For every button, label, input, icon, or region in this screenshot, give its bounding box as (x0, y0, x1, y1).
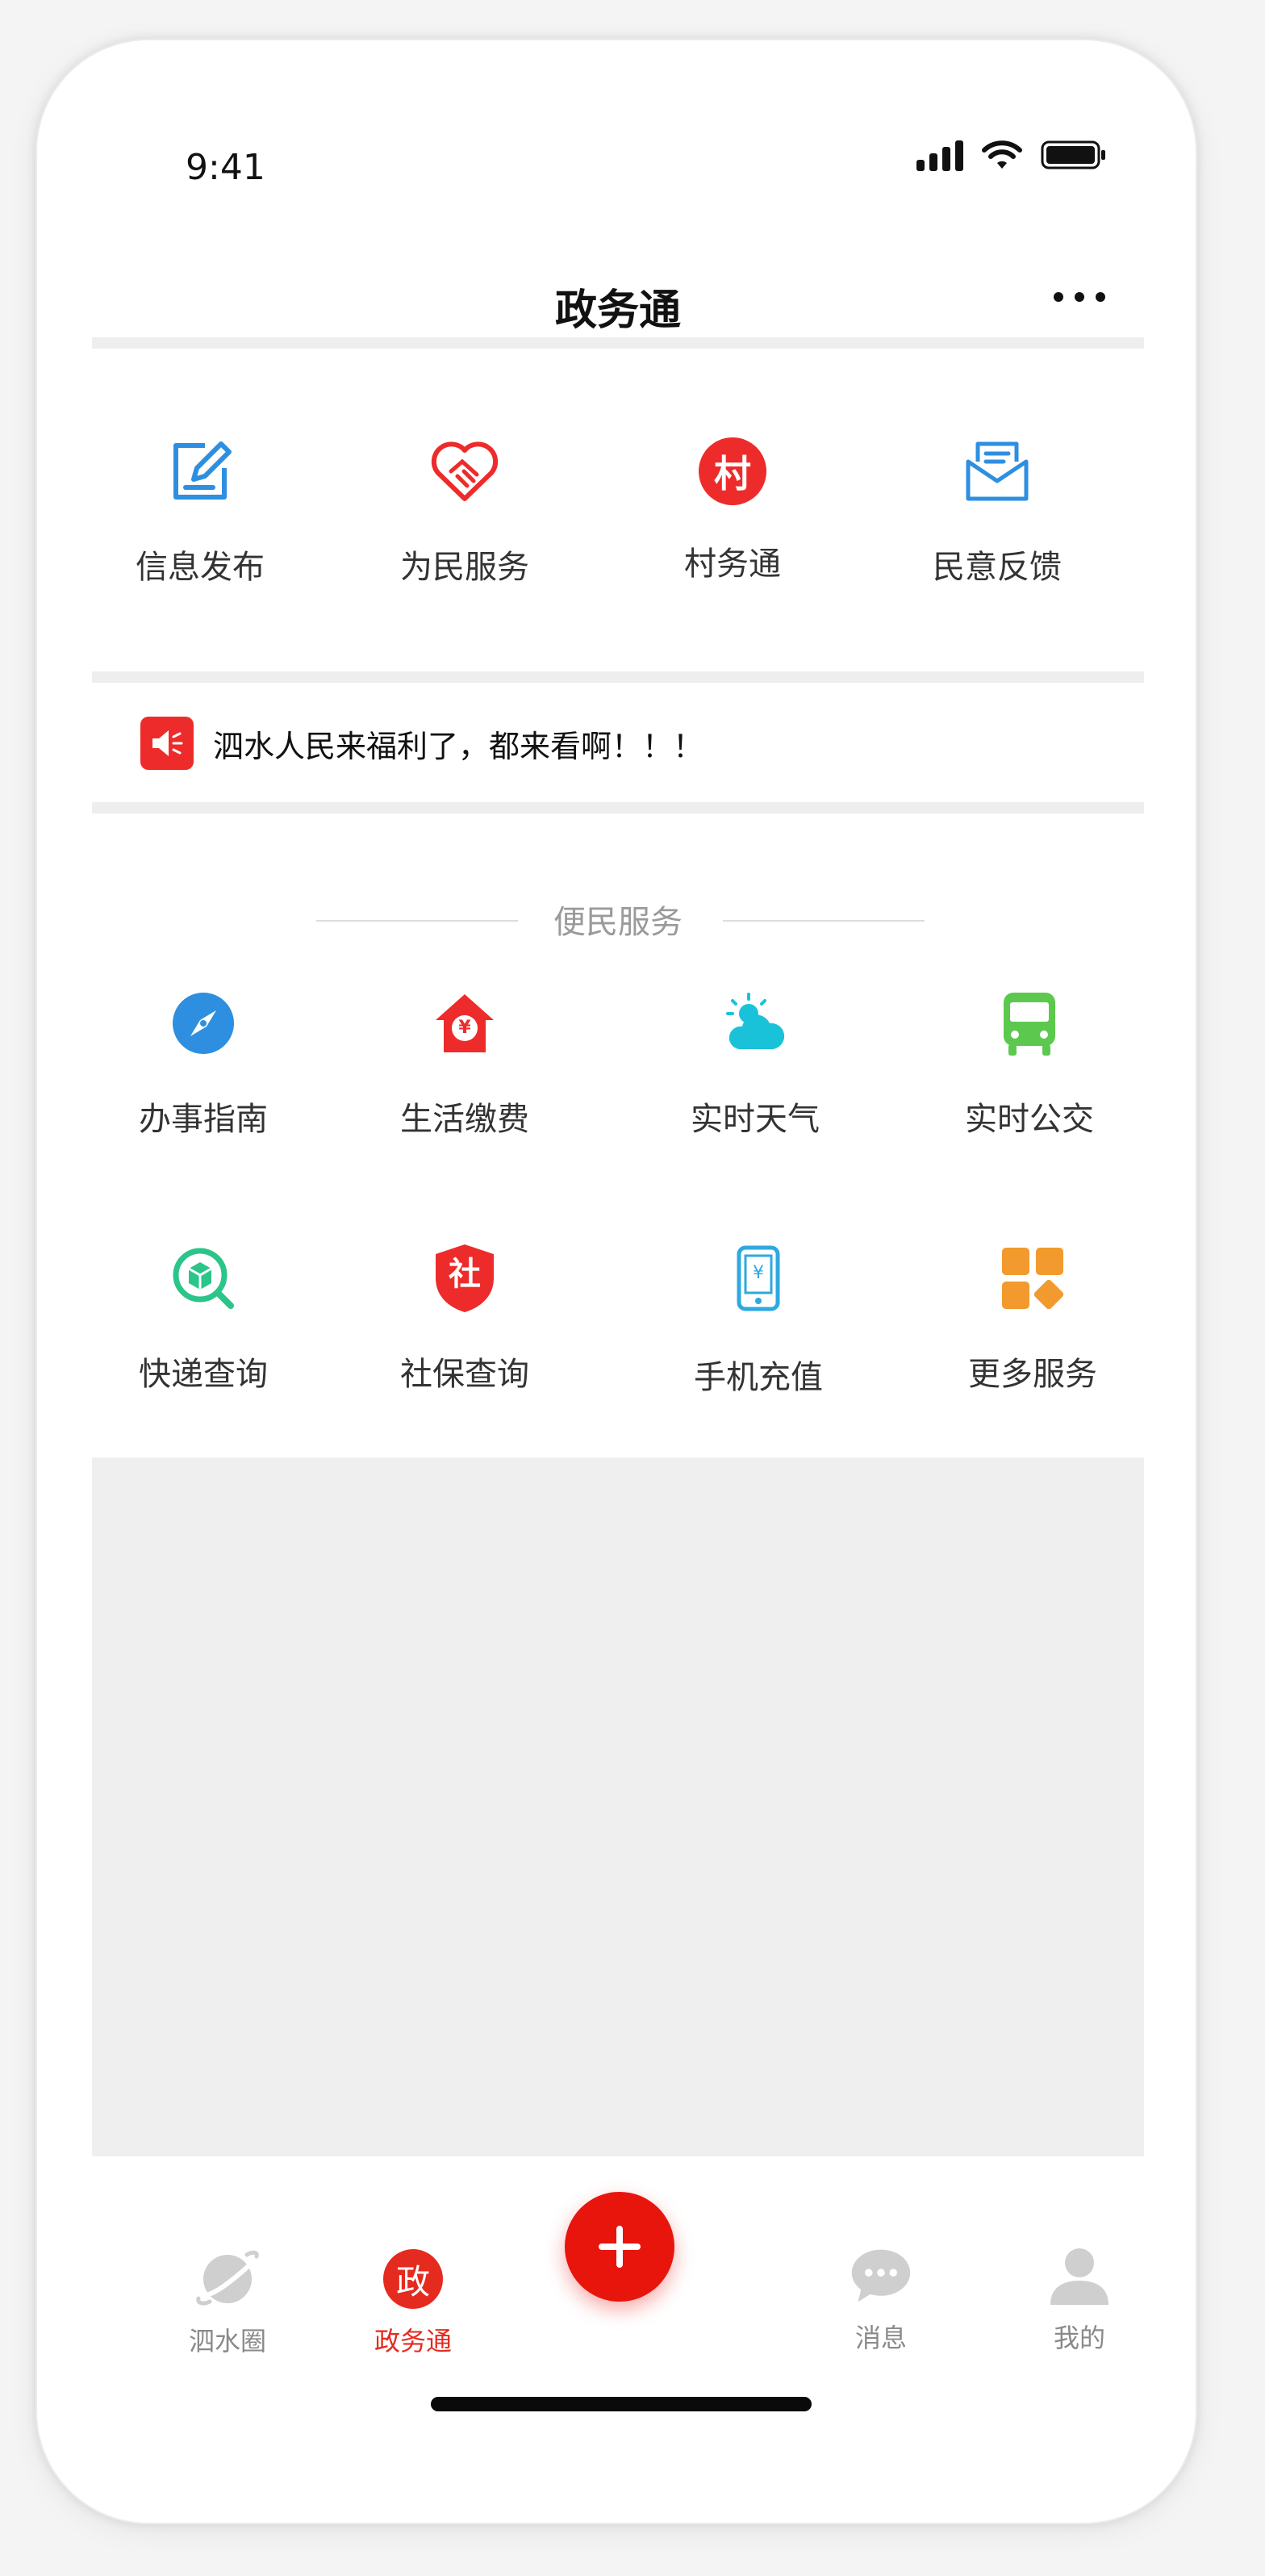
social-security-shield-icon: 社 (424, 1238, 505, 1319)
phone-recharge-icon: ¥ (718, 1238, 799, 1319)
notice-banner[interactable]: 泗水人民来福利了，都来看啊！！！ (140, 717, 703, 770)
house-payment-icon: ¥ (424, 983, 505, 1064)
planet-icon (195, 2247, 260, 2311)
tab-sishui-circle[interactable]: 泗水圈 (139, 2247, 316, 2358)
bus-icon (989, 983, 1070, 1064)
edit-document-icon (160, 431, 240, 512)
service-item-weather[interactable]: 实时天气 (634, 983, 876, 1140)
service-label: 办事指南 (139, 1101, 268, 1138)
tab-label: 政务通 (374, 2326, 452, 2356)
service-item-bus[interactable]: 实时公交 (908, 983, 1150, 1140)
tab-government[interactable]: 政 政务通 (324, 2247, 502, 2358)
government-icon: 政 (381, 2247, 445, 2311)
top-grid-label: 信息发布 (136, 549, 265, 586)
more-options-icon[interactable] (1054, 292, 1105, 302)
tab-label: 消息 (854, 2323, 907, 2353)
zheng-glyph: 政 (383, 2249, 443, 2309)
service-label: 手机充值 (694, 1359, 823, 1396)
yuan-glyph: ¥ (458, 1018, 471, 1038)
service-item-guide[interactable]: 办事指南 (82, 983, 324, 1140)
service-label: 社保查询 (400, 1356, 529, 1393)
divider-notice-bottom (92, 802, 1144, 813)
weather-sun-cloud-icon (715, 983, 795, 1064)
service-item-more[interactable]: 更多服务 (912, 1238, 1154, 1395)
section-line-right (723, 920, 925, 922)
tab-label: 我的 (1053, 2323, 1105, 2353)
phone-screen: 9:41 政务通 信息发布 为民服务 村 村务通 民意反馈 泗水人民来福利了，都… (35, 39, 1197, 2524)
service-label: 实时公交 (965, 1101, 1094, 1138)
top-grid-label: 为民服务 (400, 549, 529, 586)
service-item-express[interactable]: 快递查询 (82, 1238, 324, 1395)
publish-plus-button[interactable] (565, 2192, 674, 2302)
service-label: 实时天气 (691, 1101, 820, 1138)
battery-icon (1041, 140, 1105, 169)
service-label: 快递查询 (139, 1356, 268, 1393)
handshake-heart-icon (424, 431, 505, 512)
cellular-signal-icon (916, 139, 963, 171)
user-profile-icon (1047, 2244, 1112, 2308)
top-grid-label: 民意反馈 (933, 549, 1062, 586)
wifi-icon (982, 140, 1022, 169)
content-placeholder-area (92, 1457, 1144, 2156)
chat-bubble-icon (849, 2244, 913, 2308)
status-icons (916, 139, 1107, 171)
top-grid-item-people-service[interactable]: 为民服务 (344, 431, 586, 588)
status-time: 9:41 (186, 147, 265, 188)
feedback-mail-icon (957, 431, 1037, 512)
notice-text: 泗水人民来福利了，都来看啊！！！ (213, 728, 704, 764)
more-services-grid-icon (992, 1238, 1073, 1319)
village-glyph: 村 (699, 437, 766, 505)
top-grid-item-info-publish[interactable]: 信息发布 (79, 431, 321, 588)
speaker-icon (140, 717, 194, 770)
section-title: 便民服务 (553, 904, 683, 941)
divider-notice-top (92, 671, 1144, 683)
top-grid-label: 村务通 (684, 546, 781, 583)
plus-icon (599, 2226, 641, 2268)
service-label: 更多服务 (968, 1356, 1097, 1393)
compass-icon (163, 983, 244, 1064)
divider-top (92, 337, 1144, 349)
yuan-glyph: ¥ (753, 1263, 764, 1283)
service-item-social-security[interactable]: 社 社保查询 (344, 1238, 586, 1395)
service-item-phone-recharge[interactable]: ¥ 手机充值 (637, 1238, 879, 1398)
page-title: 政务通 (554, 286, 681, 335)
tab-label: 泗水圈 (188, 2326, 266, 2356)
top-grid-item-village-affairs[interactable]: 村 村务通 (612, 431, 854, 584)
tab-messages[interactable]: 消息 (792, 2244, 970, 2355)
home-indicator (431, 2397, 812, 2411)
service-label: 生活缴费 (400, 1101, 529, 1138)
tab-profile[interactable]: 我的 (991, 2244, 1168, 2355)
she-glyph: 社 (449, 1256, 481, 1293)
village-affairs-icon: 村 (692, 431, 773, 512)
package-search-icon (163, 1238, 244, 1319)
service-item-bill-payment[interactable]: ¥ 生活缴费 (344, 983, 586, 1140)
top-grid-item-public-feedback[interactable]: 民意反馈 (876, 431, 1118, 588)
